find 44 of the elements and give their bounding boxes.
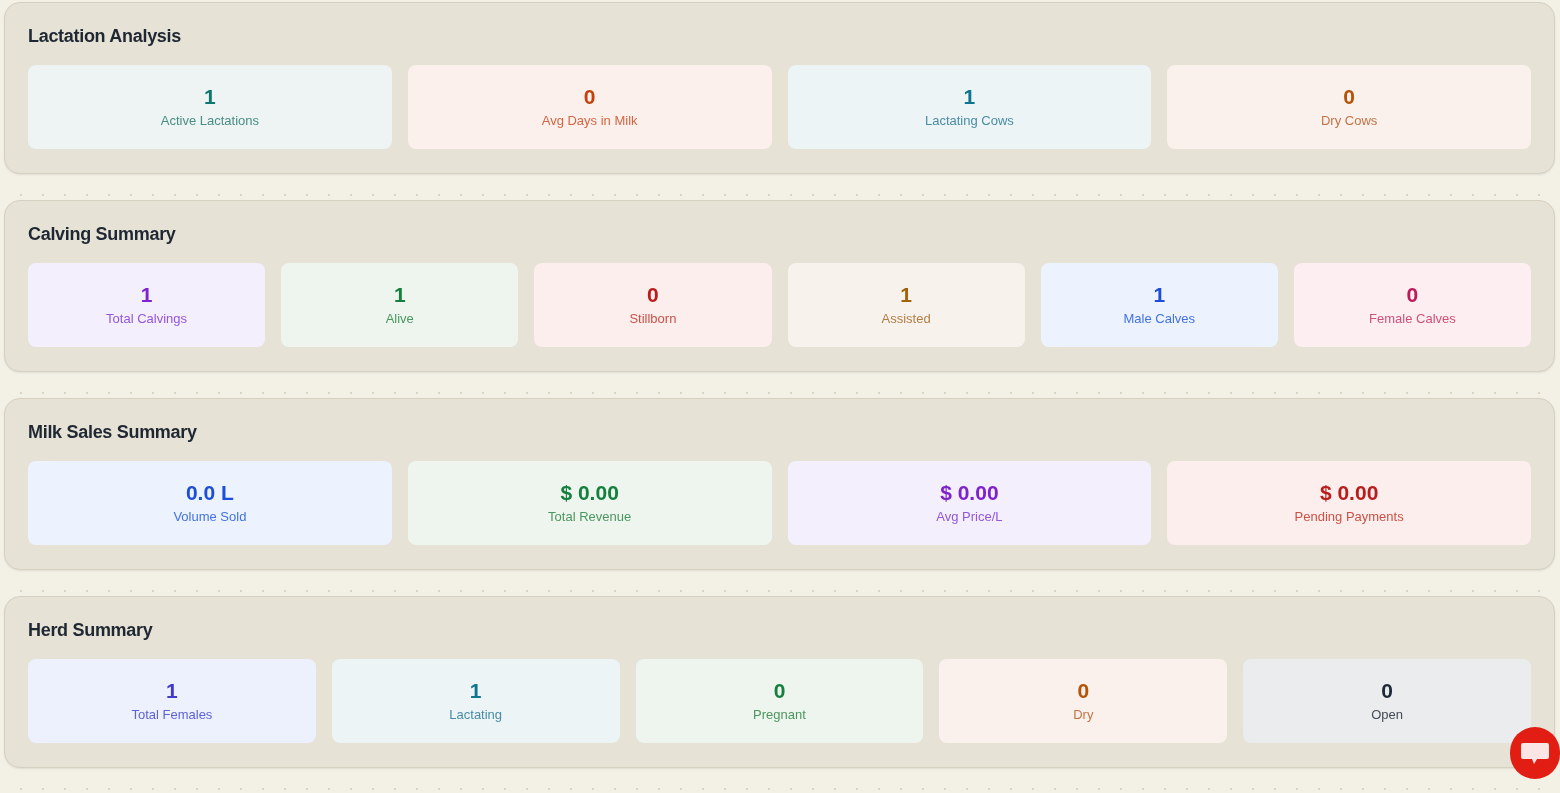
stat-label: Assisted bbox=[881, 310, 931, 328]
speech-bubble-icon bbox=[1520, 741, 1550, 765]
panel-title: Milk Sales Summary bbox=[28, 421, 198, 444]
stat-value: 0 bbox=[647, 282, 659, 308]
stat-value: 0 bbox=[1406, 282, 1419, 308]
stat-value: 1 bbox=[469, 678, 482, 704]
stat-value: 1 bbox=[140, 282, 153, 308]
stat-label: Active Lactations bbox=[160, 112, 259, 130]
stat-label: Lactating Cows bbox=[924, 112, 1014, 130]
stat-label: Avg Days in Milk bbox=[541, 112, 638, 130]
stat-label: Stillborn bbox=[629, 310, 677, 328]
stat-value: $ 0.00 bbox=[940, 480, 999, 506]
panel-title: Calving Summary bbox=[28, 223, 177, 246]
stat-label: Alive bbox=[385, 310, 414, 328]
stat-value: 0 bbox=[1343, 84, 1355, 110]
stat-value: 1 bbox=[900, 282, 912, 308]
stat-value: 0 bbox=[1381, 678, 1393, 704]
stat-label: Male Calves bbox=[1123, 310, 1195, 328]
stat-value: 0.0 L bbox=[185, 480, 234, 506]
chat-button[interactable] bbox=[1510, 727, 1560, 779]
stat-value: 0 bbox=[583, 84, 596, 110]
stat-label: Pending Payments bbox=[1294, 508, 1404, 526]
stat-value: $ 0.00 bbox=[1319, 480, 1379, 506]
stat-label: Lactating bbox=[449, 706, 503, 724]
stat-label: Female Calves bbox=[1369, 310, 1456, 328]
stat-label: Avg Price/L bbox=[936, 508, 1003, 526]
stat-value: 0 bbox=[773, 678, 786, 704]
stat-label: Pregnant bbox=[753, 706, 806, 724]
stat-label: Dry Cows bbox=[1320, 112, 1378, 130]
stat-value: 1 bbox=[204, 84, 216, 110]
stat-label: Dry bbox=[1073, 706, 1094, 724]
stat-label: Volume Sold bbox=[173, 508, 247, 526]
stat-value: 1 bbox=[963, 84, 976, 110]
panel-title: Herd Summary bbox=[28, 619, 154, 642]
stat-value: 1 bbox=[166, 678, 178, 704]
stat-value: 1 bbox=[393, 282, 406, 308]
stat-label: Total Females bbox=[131, 706, 213, 724]
panel-title: Lactation Analysis bbox=[28, 25, 182, 48]
stat-label: Open bbox=[1371, 706, 1403, 724]
stat-value: $ 0.00 bbox=[560, 480, 619, 506]
stat-label: Total Calvings bbox=[106, 310, 188, 328]
stat-value: 0 bbox=[1077, 678, 1090, 704]
stat-label: Total Revenue bbox=[548, 508, 632, 526]
stat-value: 1 bbox=[1153, 282, 1166, 308]
